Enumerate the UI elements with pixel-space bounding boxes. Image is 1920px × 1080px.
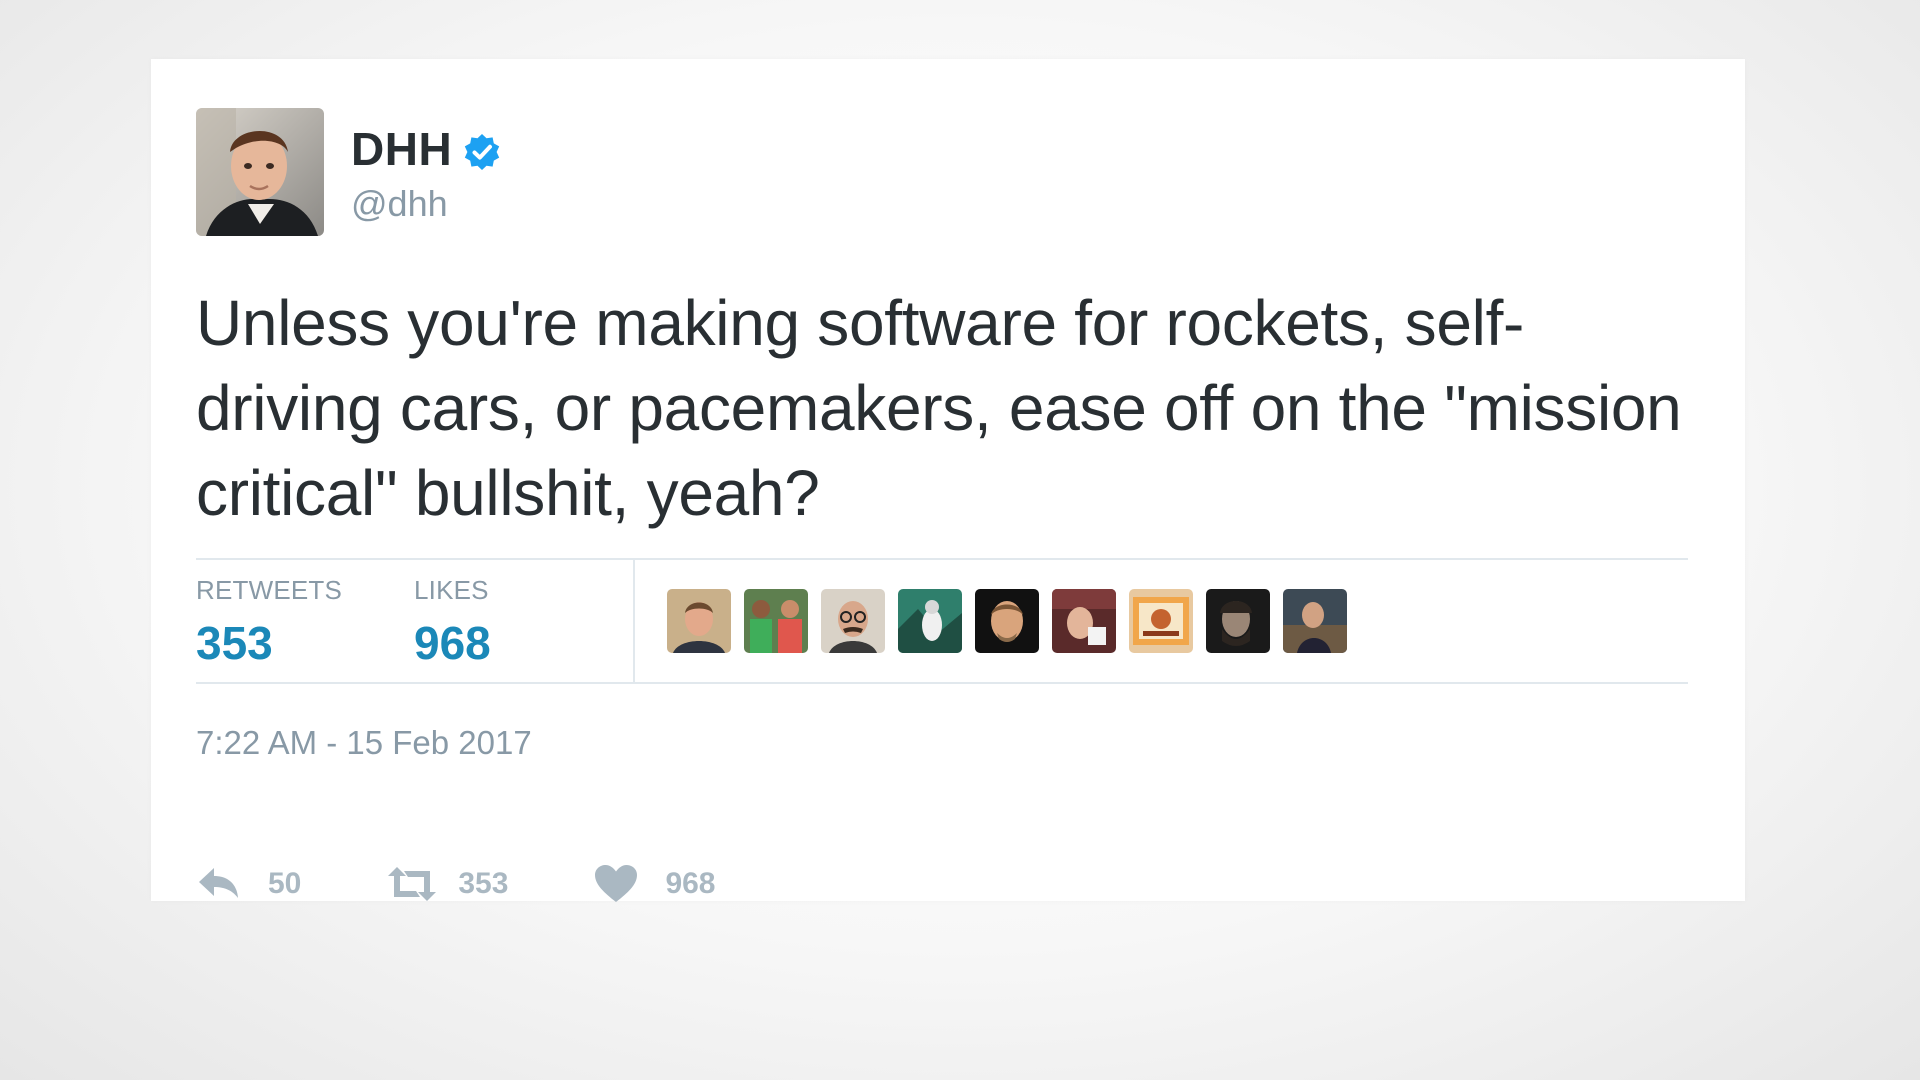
tweet-text: Unless you're making software for rocket… (196, 287, 1682, 529)
user-avatar-icon (744, 589, 808, 653)
user-handle[interactable]: @dhh (351, 183, 448, 225)
liker-avatar-1[interactable] (667, 589, 731, 653)
retweets-stat[interactable]: RETWEETS 353 (196, 575, 342, 670)
stats-separator (633, 560, 635, 682)
liker-avatar-9[interactable] (1283, 589, 1347, 653)
verified-badge-icon (462, 129, 502, 170)
display-name[interactable]: DHH (351, 122, 502, 176)
like-count: 968 (665, 867, 716, 900)
display-name-text: DHH (351, 123, 453, 175)
like-button[interactable]: 968 (593, 864, 716, 904)
stats-divider-bottom (196, 682, 1688, 684)
likes-label: LIKES (414, 575, 489, 605)
liker-avatar-2[interactable] (744, 589, 808, 653)
retweets-value: 353 (196, 617, 273, 669)
user-avatar-icon (1206, 589, 1270, 653)
tweet-timestamp[interactable]: 7:22 AM - 15 Feb 2017 (196, 724, 532, 762)
retweets-label: RETWEETS (196, 575, 343, 605)
user-avatar-icon (1129, 589, 1193, 653)
user-avatar-icon (1283, 589, 1347, 653)
retweet-icon (386, 864, 437, 904)
user-avatar-icon (898, 589, 962, 653)
user-avatar-icon (1052, 589, 1116, 653)
user-avatar-icon (667, 589, 731, 653)
user-avatar-icon (821, 589, 885, 653)
liker-avatars (667, 589, 1347, 653)
retweet-button[interactable]: 353 (386, 864, 508, 904)
profile-avatar[interactable] (196, 108, 324, 236)
likes-value: 968 (414, 617, 491, 669)
reply-button[interactable]: 50 (196, 864, 301, 904)
liker-avatar-3[interactable] (821, 589, 885, 653)
likes-stat[interactable]: LIKES 968 (414, 575, 491, 670)
user-avatar-icon (975, 589, 1039, 653)
heart-icon (593, 864, 639, 904)
liker-avatar-4[interactable] (898, 589, 962, 653)
liker-avatar-5[interactable] (975, 589, 1039, 653)
liker-avatar-7[interactable] (1129, 589, 1193, 653)
reply-count: 50 (268, 867, 302, 900)
profile-photo-icon (196, 108, 324, 236)
retweet-count: 353 (458, 867, 509, 900)
liker-avatar-8[interactable] (1206, 589, 1270, 653)
liker-avatar-6[interactable] (1052, 589, 1116, 653)
tweet-card: DHH @dhh Unless you're making software f… (151, 59, 1745, 904)
reply-icon (196, 864, 242, 904)
tweet-actions: 50 353 968 (196, 864, 801, 904)
stats-divider-top (196, 558, 1688, 560)
